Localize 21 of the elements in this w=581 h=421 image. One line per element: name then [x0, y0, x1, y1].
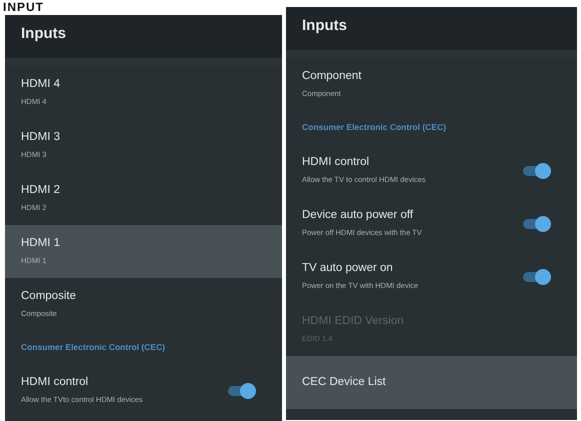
toggle-switch[interactable]	[228, 382, 256, 398]
toggle-switch[interactable]	[523, 268, 551, 284]
item-title: CEC Device List	[302, 376, 386, 390]
item-title: TV auto power on	[302, 262, 394, 276]
panel-title: Inputs	[302, 17, 347, 34]
section-heading: Consumer Electronic Control (CEC)	[21, 341, 166, 354]
item-title: HDMI 3	[21, 130, 60, 145]
item-title: HDMI control	[21, 376, 90, 390]
panel-title: Inputs	[21, 25, 66, 42]
item-title: Composite	[21, 290, 76, 304]
settings-item[interactable]: CEC Device List	[286, 356, 577, 409]
section-heading: Consumer Electronic Control (CEC)	[302, 121, 446, 134]
item-title: HDMI 4	[21, 78, 60, 92]
page-heading: INPUT	[3, 1, 44, 13]
item-title: Component	[302, 70, 362, 84]
item-title: HDMI 2	[21, 184, 60, 198]
toggle-switch[interactable]	[523, 216, 551, 232]
item-title: HDMI 1	[21, 236, 60, 251]
toggle-switch[interactable]	[523, 162, 551, 178]
item-title: HDMI control	[302, 156, 370, 170]
item-title: Device auto power off	[302, 208, 414, 223]
